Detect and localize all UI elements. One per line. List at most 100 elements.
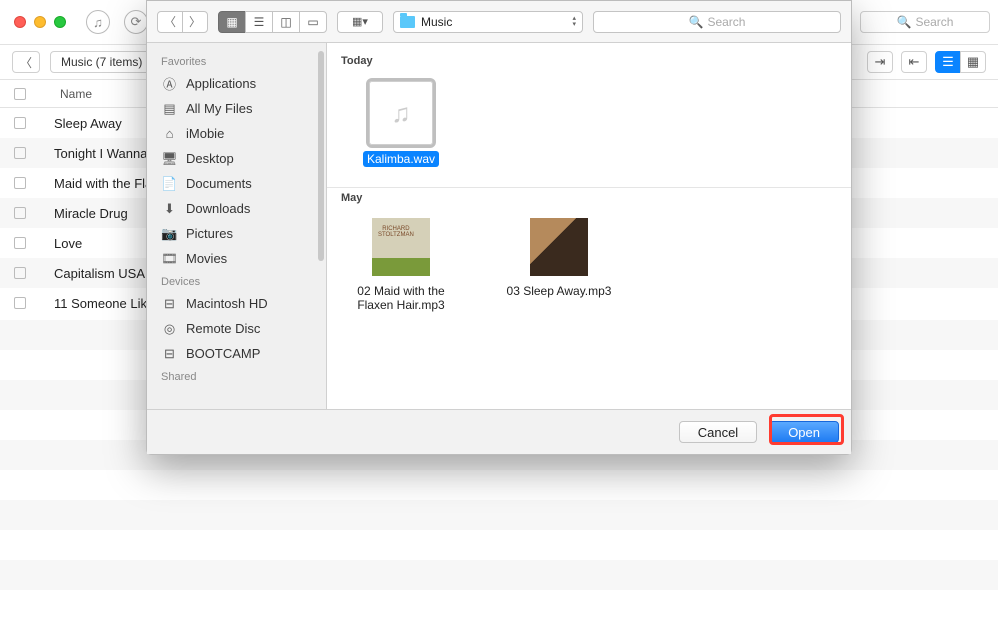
- view-mode-toggle: ☰ ▦: [935, 51, 986, 73]
- sidebar-item[interactable]: 🖥 Desktop: [147, 146, 326, 171]
- apps-icon: Ⓐ: [161, 75, 178, 92]
- row-title: Sleep Away: [54, 116, 122, 131]
- stepper-icon: ▴▾: [572, 16, 576, 28]
- sidebar-item[interactable]: ◎ Remote Disc: [147, 316, 326, 341]
- home-icon: ⌂: [161, 125, 178, 142]
- row-checkbox[interactable]: [14, 117, 26, 129]
- import-button[interactable]: ⇥: [867, 51, 893, 73]
- select-all-checkbox[interactable]: [14, 88, 26, 100]
- album-art-icon: RICHARDSTOLTZMAN: [372, 218, 430, 276]
- file-tile-sleepaway[interactable]: 03 Sleep Away.mp3: [499, 218, 619, 312]
- sidebar-item-label: BOOTCAMP: [186, 346, 260, 361]
- sidebar-item-label: All My Files: [186, 101, 252, 116]
- sidebar-item[interactable]: Ⓐ Applications: [147, 71, 326, 96]
- music-mode-icon[interactable]: ♫: [86, 10, 110, 34]
- sidebar-item[interactable]: 🎞 Movies: [147, 246, 326, 271]
- arrange-menu[interactable]: ▦▾: [337, 11, 383, 33]
- dialog-search-placeholder: Search: [707, 15, 745, 29]
- folder-icon: [400, 16, 415, 28]
- app-mode-buttons: ♫ ⟳: [86, 10, 148, 34]
- file-label: Kalimba.wav: [363, 151, 439, 167]
- app-search-field[interactable]: 🔍 Search: [860, 11, 990, 33]
- audio-file-icon: ♫: [369, 81, 433, 145]
- zoom-window-button[interactable]: [54, 16, 66, 28]
- grid-view-button[interactable]: ▦: [960, 51, 986, 73]
- sidebar-item-label: Desktop: [186, 151, 234, 166]
- file-browser: Today ♫ Kalimba.wav May RICHARDSTOLTZMAN…: [327, 43, 851, 409]
- sidebar-scrollbar[interactable]: [318, 51, 324, 261]
- open-button[interactable]: Open: [769, 421, 839, 443]
- shared-heading: Shared: [147, 366, 326, 386]
- row-checkbox[interactable]: [14, 207, 26, 219]
- app-search-placeholder: Search: [915, 15, 953, 29]
- location-popup[interactable]: Music ▴▾: [393, 11, 583, 33]
- sidebar-item-label: Remote Disc: [186, 321, 260, 336]
- hd-icon: ⊟: [161, 295, 178, 312]
- nav-forward-button[interactable]: 〉: [182, 11, 208, 33]
- file-label: 02 Maid with the Flaxen Hair.mp3: [357, 284, 444, 312]
- disc-icon: ◎: [161, 320, 178, 337]
- sync-mode-icon[interactable]: ⟳: [124, 10, 148, 34]
- row-checkbox[interactable]: [14, 297, 26, 309]
- row-title: Miracle Drug: [54, 206, 128, 221]
- column-name[interactable]: Name: [60, 87, 92, 101]
- row-checkbox[interactable]: [14, 267, 26, 279]
- hd-icon: ⊟: [161, 345, 178, 362]
- group-today: Today: [341, 51, 837, 71]
- location-label: Music: [421, 15, 452, 29]
- open-file-dialog: 〈 〉 ▦ ☰ ◫ ▭ ▦▾ Music ▴▾ 🔍 Search Favorit…: [146, 0, 852, 455]
- sidebar-item[interactable]: ▤ All My Files: [147, 96, 326, 121]
- favorites-heading: Favorites: [147, 51, 326, 71]
- cancel-button[interactable]: Cancel: [679, 421, 757, 443]
- list-view-button[interactable]: ☰: [935, 51, 961, 73]
- sidebar-item[interactable]: ⊟ BOOTCAMP: [147, 341, 326, 366]
- devices-heading: Devices: [147, 271, 326, 291]
- album-art-icon: [530, 218, 588, 276]
- icon-view-button[interactable]: ▦: [218, 11, 246, 33]
- sidebar-item[interactable]: ⌂ iMobie: [147, 121, 326, 146]
- mov-icon: 🎞: [161, 250, 178, 267]
- sidebar-item-label: Documents: [186, 176, 252, 191]
- sidebar-item-label: Downloads: [186, 201, 250, 216]
- sidebar-item-label: iMobie: [186, 126, 224, 141]
- dialog-sidebar: Favorites Ⓐ Applications ▤ All My Files ⌂ iMo…: [147, 43, 327, 409]
- list-view-button[interactable]: ☰: [245, 11, 273, 33]
- row-title: Love: [54, 236, 82, 251]
- breadcrumb[interactable]: Music (7 items): [50, 51, 153, 73]
- sidebar-item[interactable]: 📄 Documents: [147, 171, 326, 196]
- minimize-window-button[interactable]: [34, 16, 46, 28]
- row-checkbox[interactable]: [14, 177, 26, 189]
- sidebar-item-label: Applications: [186, 76, 256, 91]
- nav-history: 〈 〉: [157, 11, 208, 33]
- file-label: 03 Sleep Away.mp3: [507, 284, 612, 298]
- coverflow-view-button[interactable]: ▭: [299, 11, 327, 33]
- search-icon: 🔍: [897, 15, 912, 29]
- desktop-icon: 🖥: [161, 150, 178, 167]
- close-window-button[interactable]: [14, 16, 26, 28]
- dl-icon: ⬇: [161, 200, 178, 217]
- back-button[interactable]: 〈: [12, 51, 40, 73]
- search-icon: 🔍: [689, 15, 704, 29]
- sidebar-item-label: Macintosh HD: [186, 296, 268, 311]
- sidebar-item-label: Movies: [186, 251, 227, 266]
- sidebar-item[interactable]: ⬇ Downloads: [147, 196, 326, 221]
- nav-back-button[interactable]: 〈: [157, 11, 183, 33]
- file-tile-flaxen[interactable]: RICHARDSTOLTZMAN 02 Maid with the Flaxen…: [341, 218, 461, 312]
- row-checkbox[interactable]: [14, 147, 26, 159]
- export-button[interactable]: ⇤: [901, 51, 927, 73]
- files-icon: ▤: [161, 100, 178, 117]
- dialog-search-field[interactable]: 🔍 Search: [593, 11, 841, 33]
- row-checkbox[interactable]: [14, 237, 26, 249]
- file-tile-kalimba[interactable]: ♫ Kalimba.wav: [341, 81, 461, 167]
- sidebar-item[interactable]: 📷 Pictures: [147, 221, 326, 246]
- pics-icon: 📷: [161, 225, 178, 242]
- dialog-toolbar: 〈 〉 ▦ ☰ ◫ ▭ ▦▾ Music ▴▾ 🔍 Search: [147, 1, 851, 43]
- docs-icon: 📄: [161, 175, 178, 192]
- sidebar-item-label: Pictures: [186, 226, 233, 241]
- window-controls: [14, 16, 66, 28]
- column-view-button[interactable]: ◫: [272, 11, 300, 33]
- dialog-footer: Cancel Open: [147, 409, 851, 454]
- finder-view-seg: ▦ ☰ ◫ ▭: [218, 11, 327, 33]
- group-may: May: [341, 188, 837, 208]
- sidebar-item[interactable]: ⊟ Macintosh HD: [147, 291, 326, 316]
